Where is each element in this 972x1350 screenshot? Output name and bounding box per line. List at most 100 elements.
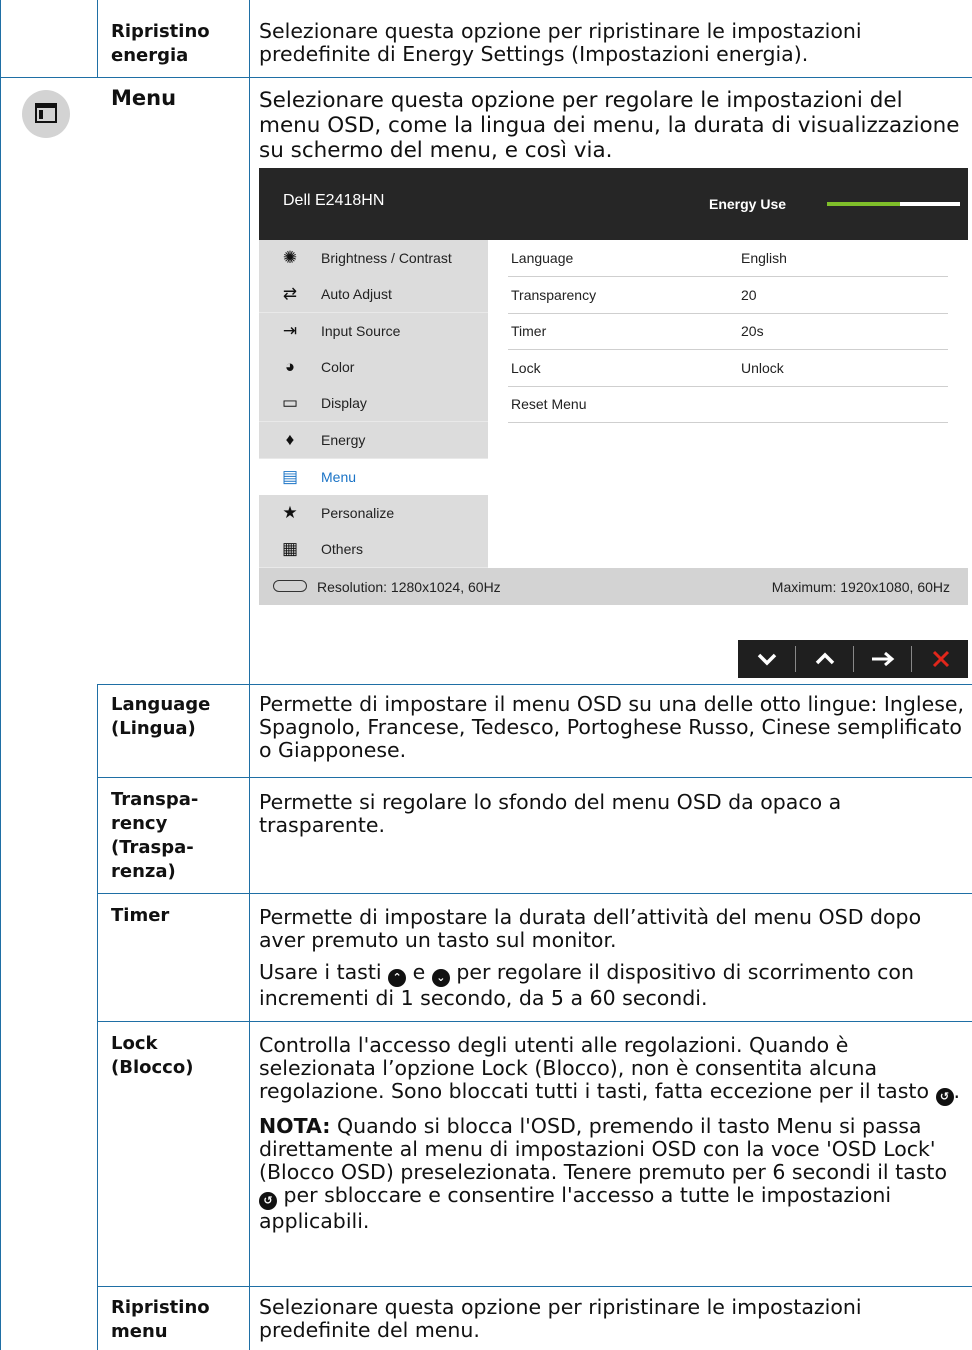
label-line: Transpa- [111,789,199,810]
table-border-col2 [249,0,250,1350]
osd-menu-item-label: Brightness / Contrast [321,250,452,266]
osd-menu-item-menu[interactable]: ▤ Menu [259,459,488,495]
row-divider [97,684,972,685]
osd-menu-item-auto-adjust[interactable]: ⇄ Auto Adjust [259,276,488,312]
lock-note-para: NOTA: Quando si blocca l'OSD, premendo i… [259,1115,967,1233]
arrow-right-icon[interactable] [854,640,911,678]
row-desc-lock: Controlla l'accesso degli utenti alle re… [259,1034,967,1242]
osd-menu-item-label: Display [321,395,367,411]
osd-setting-reset-menu[interactable]: Reset Menu [508,386,948,423]
row-desc-ripristino-energia: Selezionare questa opzione per ripristin… [259,19,862,66]
menu-icon: ▤ [281,467,299,486]
display-icon: ▭ [281,393,299,412]
close-icon[interactable] [912,640,969,678]
timer-desc-text: e [412,960,426,984]
brightness-icon: ✺ [282,248,298,267]
osd-header: Dell E2418HN Energy Use [259,168,968,240]
lock-note-text: Quando si blocca l'OSD, premendo il tast… [259,1114,947,1184]
note-label: NOTA: [259,1114,331,1138]
others-icon: ▦ [281,539,299,558]
back-button-icon: ↺ [259,1192,277,1210]
timer-desc-para: Usare i tasti ⌃ e ⌄ per regolare il disp… [259,961,967,1010]
chevron-down-icon[interactable] [738,640,795,678]
label-line: rency [111,813,168,834]
osd-menu-item-label: Others [321,541,364,557]
timer-desc-text: Usare i tasti [259,960,382,984]
label-line: renza) [111,861,176,882]
osd-screenshot: Dell E2418HN Energy Use ✺ Brightness / C… [259,168,968,605]
down-button-icon: ⌄ [431,969,450,987]
back-button-icon: ↺ [935,1088,954,1106]
lock-desc-text: . [953,1079,961,1103]
osd-menu-item-others[interactable]: ▦ Others [259,531,488,567]
osd-setting-value: 20 [741,287,757,303]
row-divider [97,777,972,778]
osd-menu-item-label: Input Source [321,323,401,339]
osd-setting-transparency[interactable]: Transparency 20 [508,277,948,314]
osd-setting-key: Language [511,250,574,266]
input-source-icon: ⇥ [282,321,298,340]
osd-setting-lock[interactable]: Lock Unlock [508,350,948,387]
row-desc-menu: Selezionare questa opzione per regolare … [259,88,960,163]
energy-use-bar [827,202,960,206]
table-border-left [0,0,1,1350]
row-label-lock: Lock (Blocco) [111,1033,194,1078]
timer-desc-para: Permette di impostare la durata dell’att… [259,905,922,952]
connector-icon [273,580,307,592]
table-border-col1b [97,684,98,1350]
osd-setting-language[interactable]: Language English [508,240,948,277]
osd-menu-item-energy[interactable]: ♦ Energy [259,422,488,458]
osd-setting-timer[interactable]: Timer 20s [508,313,948,350]
osd-setting-value: Unlock [741,360,784,376]
lock-desc-text: Controlla l'accesso degli utenti alle re… [259,1033,929,1103]
osd-nav-buttons [738,640,968,678]
osd-menu-item-display[interactable]: ▭ Display [259,385,488,421]
osd-setting-key: Lock [511,360,541,376]
energy-icon: ♦ [285,430,295,449]
row-label-language: Language (Lingua) [111,694,211,739]
color-icon: ◕ [284,357,296,376]
osd-menu-item-label: Auto Adjust [321,286,392,302]
row-desc-language: Permette di impostare il menu OSD su una… [259,692,965,762]
osd-setting-key: Transparency [511,287,597,303]
auto-adjust-icon: ⇄ [282,284,298,303]
osd-setting-value: English [741,250,787,266]
up-button-icon: ⌃ [388,969,407,987]
osd-menu-item-label: Menu [321,469,357,485]
osd-menu-item-personalize[interactable]: ★ Personalize [259,495,488,531]
lock-desc-para: Controlla l'accesso degli utenti alle re… [259,1034,967,1106]
menu-icon [22,90,70,138]
osd-menu-item-input-source[interactable]: ⇥ Input Source [259,313,488,349]
row-label-ripristino-energia: Ripristino energia [111,21,210,66]
table-border-col1 [97,0,98,78]
osd-menu-item-label: Energy [321,432,366,448]
row-label-timer: Timer [111,905,170,926]
row-label-transparency: Transpa- rency (Traspa- renza) [111,788,241,884]
row-desc-ripristino-menu: Selezionare questa opzione per ripristin… [259,1295,862,1342]
osd-resolution: Resolution: 1280x1024, 60Hz [317,579,501,595]
row-divider [0,77,972,78]
osd-settings-panel: Language English Transparency 20 Timer 2… [488,240,968,568]
row-divider [97,1021,972,1022]
lock-note-text: per sbloccare e consentire l'accesso a t… [259,1183,892,1233]
row-label-menu: Menu [111,86,177,110]
osd-menu-item-label: Personalize [321,505,395,521]
row-label-ripristino-menu: Ripristino menu [111,1297,210,1342]
chevron-up-icon[interactable] [796,640,853,678]
osd-menu-list: ✺ Brightness / Contrast ⇄ Auto Adjust ⇥ … [259,240,488,568]
osd-setting-key: Reset Menu [511,396,587,412]
energy-use-bar-fill [827,202,901,206]
row-desc-transparency: Permette si regolare lo sfondo del menu … [259,790,842,837]
osd-title: Dell E2418HN [283,192,385,209]
osd-maximum: Maximum: 1920x1080, 60Hz [771,579,950,595]
osd-menu-item-label: Color [321,359,355,375]
row-divider [97,1286,972,1287]
osd-energy-label: Energy Use [709,196,787,212]
label-line: (Traspa- [111,837,194,858]
osd-menu-item-brightness-contrast[interactable]: ✺ Brightness / Contrast [259,240,488,276]
osd-setting-value: 20s [741,323,764,339]
osd-setting-key: Timer [511,323,547,339]
osd-footer: Resolution: 1280x1024, 60Hz Maximum: 192… [259,568,968,605]
row-divider [97,893,972,894]
osd-menu-item-color[interactable]: ◕ Color [259,349,488,385]
